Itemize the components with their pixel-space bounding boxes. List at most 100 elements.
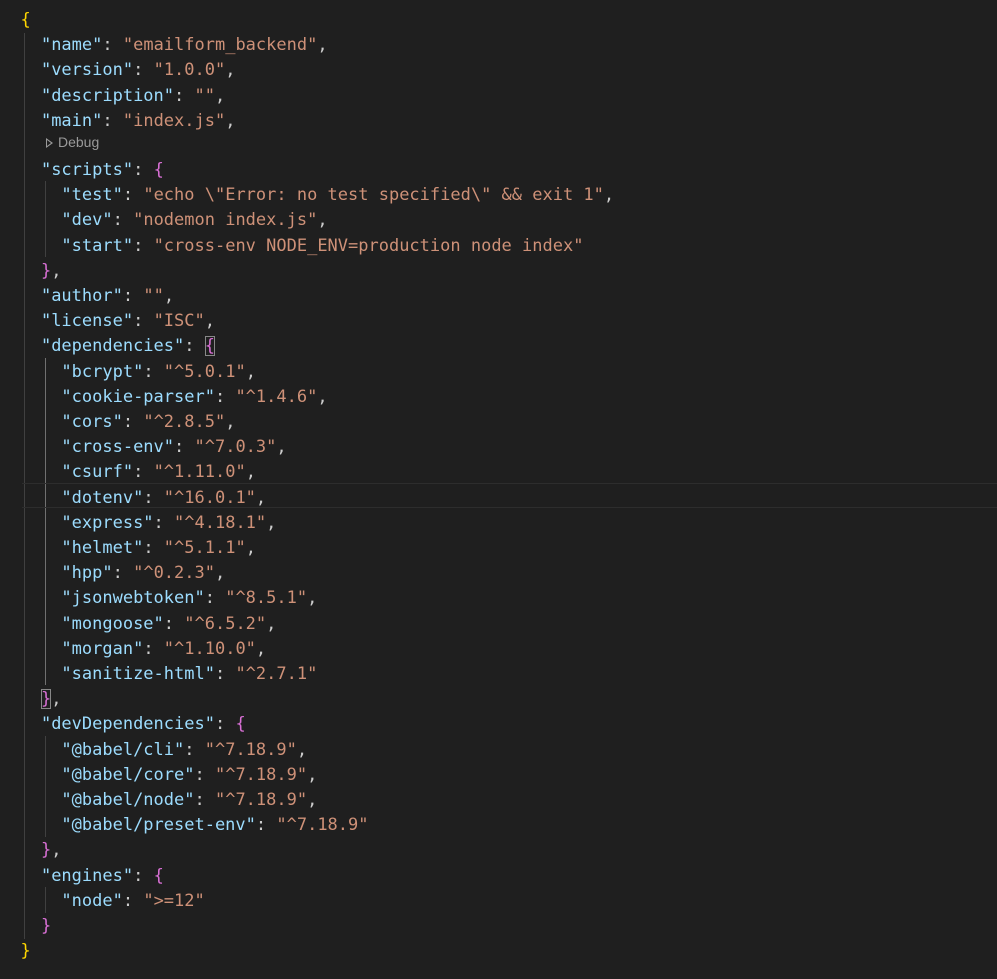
code-line-devDependencies-item[interactable]: "@babel/node": "^7.18.9", [0, 788, 317, 813]
colon: : [133, 159, 154, 180]
code-line-engines-close[interactable]: } [0, 914, 51, 939]
colon: : [122, 185, 144, 206]
comma: , [603, 185, 615, 206]
colon: : [122, 890, 144, 911]
colon: : [255, 815, 277, 836]
code-line-description[interactable]: "description": "", [0, 84, 225, 109]
colon: : [214, 663, 236, 684]
code-line-root-close[interactable]: } [0, 939, 30, 964]
json-string-value: ">=12" [143, 890, 205, 911]
code-line-scripts-item[interactable]: "dev": "nodemon index.js", [0, 208, 327, 233]
colon: : [163, 613, 185, 634]
json-key: "@babel/cli" [61, 739, 185, 760]
bracket-close-engines: } [40, 915, 52, 936]
json-string-value: "^7.0.3" [194, 437, 277, 458]
code-line-devDependencies-close[interactable]: }, [0, 838, 62, 863]
json-string-value: "1.0.0" [153, 60, 226, 81]
code-line-dependencies-open[interactable]: "dependencies": { [0, 334, 215, 359]
colon: : [133, 235, 154, 256]
code-line-devDependencies-item[interactable]: "@babel/cli": "^7.18.9", [0, 738, 307, 763]
json-key: "test" [61, 185, 123, 206]
colon: : [122, 411, 144, 432]
json-key: "express" [61, 512, 154, 533]
colon: : [122, 285, 144, 306]
comma: , [307, 764, 318, 785]
code-line-version[interactable]: "version": "1.0.0", [0, 58, 236, 83]
code-line-root-open[interactable]: { [0, 8, 31, 33]
json-string-value: "^0.2.3" [133, 563, 215, 584]
comma: , [204, 311, 215, 332]
json-key: "scripts" [40, 159, 134, 180]
code-line-dependencies-item[interactable]: "jsonwebtoken": "^8.5.1", [0, 586, 317, 611]
json-key: "devDependencies" [40, 714, 215, 735]
code-line-dependencies-item[interactable]: "cookie-parser": "^1.4.6", [0, 385, 327, 410]
bracket-close-scripts: } [40, 260, 52, 281]
json-key: "@babel/preset-env" [61, 815, 256, 836]
code-line-dependencies-item[interactable]: "cross-env": "^7.0.3", [0, 435, 287, 460]
code-line-dependencies-close[interactable]: }, [0, 687, 61, 712]
colon: : [143, 537, 164, 558]
code-line-devDependencies-item[interactable]: "@babel/preset-env": "^7.18.9" [0, 813, 368, 838]
code-line-name[interactable]: "name": "emailform_backend", [0, 33, 328, 58]
code-line-dependencies-item[interactable]: "csurf": "^1.11.0", [0, 460, 256, 485]
code-line-dependencies-item[interactable]: "express": "^4.18.1", [0, 511, 276, 536]
json-key: "license" [40, 311, 134, 332]
json-string-value: "^2.7.1" [235, 663, 318, 684]
code-line-scripts-open[interactable]: "scripts": { [0, 158, 164, 183]
json-key: "engines" [40, 865, 134, 886]
comma: , [214, 563, 226, 584]
json-string-value: "^16.0.1" [163, 487, 256, 508]
json-key: "version" [40, 60, 134, 81]
colon: : [174, 437, 195, 458]
code-line-dependencies-item[interactable]: "helmet": "^5.1.1", [0, 536, 256, 561]
colon: : [194, 789, 215, 810]
debug-codelens[interactable]: Debug [46, 132, 99, 152]
code-line-dependencies-item[interactable]: "hpp": "^0.2.3", [0, 561, 225, 586]
colon: : [102, 110, 123, 131]
json-key: "csurf" [61, 462, 134, 483]
comma: , [51, 840, 62, 861]
code-editor[interactable]: { "name": "emailform_backend", "version"… [0, 0, 997, 979]
json-key: "sanitize-html" [61, 663, 215, 684]
comma: , [225, 411, 236, 432]
colon: : [194, 764, 215, 785]
code-line-engines-item[interactable]: "node": ">=12" [0, 889, 205, 914]
colon: : [133, 311, 154, 332]
code-line-license[interactable]: "license": "ISC", [0, 309, 215, 334]
json-string-value: "nodemon index.js" [133, 210, 318, 231]
code-line-dependencies-item[interactable]: "bcrypt": "^5.0.1", [0, 360, 256, 385]
comma: , [276, 437, 287, 458]
bracket-close-devDependencies: } [40, 840, 52, 861]
bracket-open-dependencies: { [204, 336, 215, 357]
colon: : [153, 512, 175, 533]
code-line-scripts-item[interactable]: "test": "echo \"Error: no test specified… [0, 183, 614, 208]
code-line-dependencies-item[interactable]: "cors": "^2.8.5", [0, 410, 235, 435]
comma: , [307, 588, 318, 609]
code-line-main[interactable]: "main": "index.js", [0, 109, 236, 134]
code-line-dependencies-item[interactable]: "morgan": "^1.10.0", [0, 637, 266, 662]
json-string-value: "emailform_backend" [122, 35, 318, 56]
code-line-author[interactable]: "author": "", [0, 284, 174, 309]
json-key: "dev" [61, 210, 113, 231]
code-line-dependencies-item[interactable]: "mongoose": "^6.5.2", [0, 612, 276, 637]
json-string-value: "echo \"Error: no test specified\" && ex… [143, 185, 604, 206]
json-key: "cors" [61, 411, 123, 432]
json-key: "helmet" [61, 537, 144, 558]
code-line-scripts-close[interactable]: }, [0, 259, 62, 284]
bracket-open-devDependencies: { [235, 714, 246, 735]
colon: : [133, 462, 154, 483]
code-line-engines-open[interactable]: "engines": { [0, 864, 164, 889]
bracket-close-dependencies: } [40, 689, 52, 710]
bracket-open-root: { [20, 10, 31, 30]
code-line-dependencies-item[interactable]: "dotenv": "^16.0.1", [0, 486, 266, 511]
comma: , [296, 739, 308, 760]
colon: : [184, 336, 205, 357]
json-string-value: "" [143, 285, 164, 306]
play-icon [46, 138, 53, 148]
code-line-devDependencies-open[interactable]: "devDependencies": { [0, 712, 246, 737]
code-line-scripts-item[interactable]: "start": "cross-env NODE_ENV=production … [0, 234, 583, 259]
json-key: "@babel/core" [61, 764, 195, 785]
code-line-dependencies-item[interactable]: "sanitize-html": "^2.7.1" [0, 662, 317, 687]
comma: , [255, 487, 267, 508]
code-line-devDependencies-item[interactable]: "@babel/core": "^7.18.9", [0, 763, 317, 788]
